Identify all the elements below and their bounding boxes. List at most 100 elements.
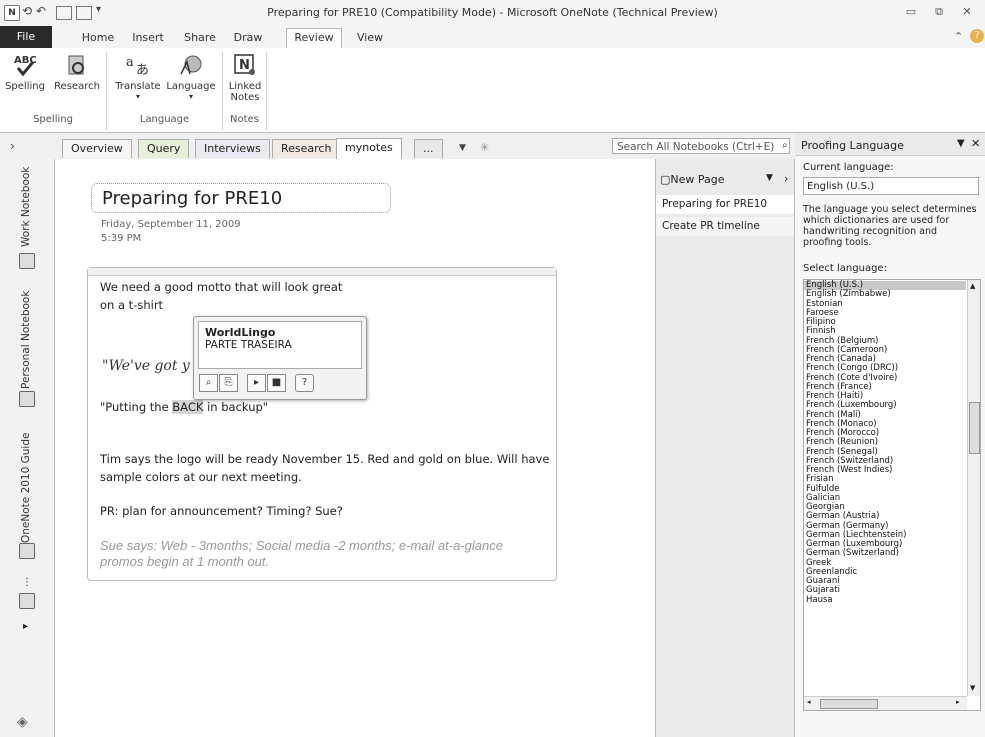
notebook-guide[interactable]: OneNote 2010 Guide (20, 423, 32, 543)
language-description: The language you select determines which… (803, 204, 977, 248)
more-notebooks-icon[interactable]: ⋮ (22, 577, 32, 588)
notebook-work[interactable]: Work Notebook (20, 165, 32, 247)
language-button[interactable]: Language ▾ (164, 52, 218, 101)
new-page-button[interactable]: ▢New Page (660, 173, 725, 186)
unfiled-notes-icon[interactable] (19, 593, 35, 609)
horizontal-scrollbar[interactable]: ◂ ▸ (804, 696, 967, 710)
hscrollbar-thumb[interactable] (820, 699, 878, 709)
notebook-work-icon[interactable] (19, 253, 35, 269)
note-container[interactable]: We need a good motto that will look grea… (87, 267, 557, 581)
translate-label: Translate (115, 81, 161, 92)
spelling-icon: ABC (14, 55, 37, 77)
svg-text:a: a (126, 55, 134, 70)
translate-dropdown-icon: ▾ (135, 92, 140, 101)
page-canvas[interactable]: Preparing for PRE10 Friday, September 11… (55, 159, 655, 737)
notebook-guide-icon[interactable] (19, 543, 35, 559)
section-tab-more[interactable]: ... (414, 139, 443, 158)
scroll-up-icon[interactable]: ▲ (970, 282, 975, 290)
note-line-3[interactable]: "Putting the BACK in backup" (100, 400, 268, 414)
restore-button[interactable]: ⧉ (928, 4, 950, 20)
scroll-down-icon[interactable]: ▼ (970, 684, 975, 692)
section-tab-query[interactable]: Query (138, 139, 190, 158)
scroll-right-icon[interactable]: ▸ (956, 698, 960, 706)
new-page-dropdown-icon[interactable]: ▼ (766, 173, 773, 183)
group-divider (266, 52, 267, 130)
section-tab-interviews[interactable]: Interviews (195, 139, 270, 158)
help-icon[interactable]: ? (970, 29, 984, 43)
translate-icon: aあ (126, 55, 149, 78)
linked-notes-label: Linked Notes (228, 81, 262, 103)
page-date: Friday, September 11, 2009 (101, 219, 241, 230)
tab-file[interactable]: File (0, 26, 52, 48)
tab-review[interactable]: Review (286, 28, 342, 49)
note-line-7[interactable]: Sue says: Web - 3months; Social media -2… (100, 538, 503, 553)
section-dropdown-icon[interactable]: ▼ (459, 143, 466, 153)
stop-icon[interactable]: ■ (267, 374, 286, 392)
expand-notebooks-icon[interactable]: ▸ (23, 621, 28, 632)
current-language-value: English (U.S.) (803, 177, 979, 195)
new-section-icon[interactable]: ✳ (480, 141, 489, 154)
translate-button[interactable]: aあ Translate ▾ (110, 52, 166, 101)
svg-text:N: N (239, 58, 250, 73)
section-tab-overview[interactable]: Overview (62, 139, 132, 158)
research-icon (68, 55, 84, 75)
tab-share[interactable]: Share (180, 29, 220, 47)
search-input[interactable]: Search All Notebooks (Ctrl+E) (612, 138, 790, 154)
research-pane-icon[interactable]: ⌕ (199, 374, 218, 392)
section-tab-research[interactable]: Research (272, 139, 341, 158)
pane-close-icon[interactable]: ✕ (971, 137, 980, 150)
handwriting-ink[interactable]: "We've got y (102, 358, 190, 374)
research-label: Research (54, 81, 100, 92)
window-title: Preparing for PRE10 (Compatibility Mode)… (267, 6, 718, 19)
notebook-personal-icon[interactable] (19, 391, 35, 407)
minimize-button[interactable]: ▭ (900, 4, 922, 20)
note-line-2[interactable]: on a t-shirt (100, 298, 163, 312)
note-line-3-start: "Putting the (100, 400, 173, 414)
tab-home[interactable]: Home (78, 29, 118, 47)
tab-view[interactable]: View (352, 29, 388, 47)
unfiled-notes-tray-icon[interactable]: ◈ (17, 714, 28, 730)
collapse-page-tabs-icon[interactable]: › (784, 172, 788, 185)
search-icon[interactable]: ⌕ (782, 140, 788, 151)
language-icon (180, 55, 202, 75)
language-option[interactable]: Hausa (804, 595, 966, 605)
page-time: 5:39 PM (101, 233, 142, 244)
note-line-6[interactable]: PR: plan for announcement? Timing? Sue? (100, 504, 343, 518)
close-button[interactable]: ✕ (956, 4, 978, 20)
expand-navigation-icon[interactable]: › (10, 139, 15, 153)
research-button[interactable]: Research (52, 52, 102, 92)
note-container-handle[interactable] (88, 268, 556, 276)
page-tab-preparing[interactable]: Preparing for PRE10 (656, 195, 794, 214)
copy-icon[interactable]: ⎘ (219, 374, 238, 392)
spelling-button[interactable]: ABC Spelling (2, 52, 48, 92)
search-placeholder: Search All Notebooks (Ctrl+E) (617, 141, 775, 153)
page-tabs-pane: ▢New Page ▼ › Preparing for PRE10 Create… (655, 159, 795, 737)
collapse-ribbon-icon[interactable]: ⌃ (954, 30, 963, 43)
translation-text: PARTE TRASEIRA (205, 339, 292, 351)
vertical-scrollbar[interactable]: ▲ ▼ (967, 280, 980, 696)
note-line-4[interactable]: Tim says the logo will be ready November… (100, 452, 549, 466)
translation-provider: WorldLingo (205, 326, 276, 339)
note-line-5[interactable]: sample colors at our next meeting. (100, 470, 302, 484)
translation-popup[interactable]: WorldLingo PARTE TRASEIRA ⌕ ⎘ ▸ ■ ? (193, 316, 367, 400)
scrollbar-thumb[interactable] (969, 402, 980, 454)
tab-insert[interactable]: Insert (128, 29, 168, 47)
pane-options-icon[interactable]: ▼ (957, 138, 965, 149)
note-line-1[interactable]: We need a good motto that will look grea… (100, 280, 342, 294)
section-tab-mynotes[interactable]: mynotes (336, 138, 402, 159)
selected-word[interactable]: BACK (172, 400, 204, 414)
play-icon[interactable]: ▸ (247, 374, 266, 392)
help-icon[interactable]: ? (295, 374, 314, 392)
new-page-icon: ▢ (660, 173, 671, 186)
tab-draw[interactable]: Draw (228, 29, 268, 47)
notebook-personal[interactable]: Personal Notebook (20, 289, 32, 389)
language-listbox[interactable]: English (U.S.) English (Zimbabwe) Estonian… (803, 279, 981, 711)
group-label-spelling: Spelling (33, 114, 73, 125)
linked-notes-button[interactable]: N Linked Notes (226, 52, 264, 103)
group-label-notes: Notes (230, 114, 259, 125)
page-title[interactable]: Preparing for PRE10 (91, 183, 391, 213)
scroll-left-icon[interactable]: ◂ (807, 698, 811, 706)
page-tab-create-pr-timeline[interactable]: Create PR timeline (656, 217, 794, 236)
note-line-8[interactable]: promos begin at 1 month out. (100, 554, 269, 569)
translation-result-box: WorldLingo PARTE TRASEIRA (198, 321, 362, 369)
